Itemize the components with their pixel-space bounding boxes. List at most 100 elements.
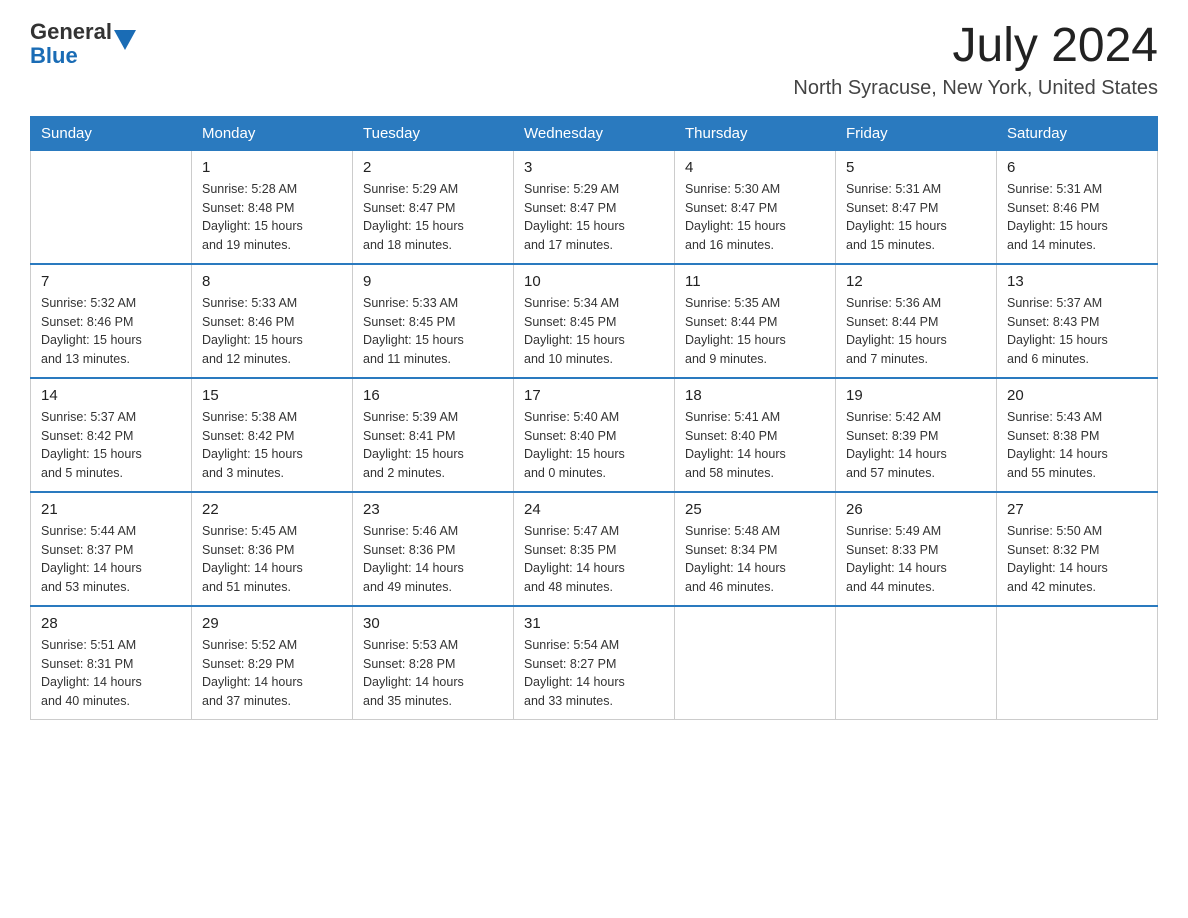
- day-sun-info: Sunrise: 5:49 AM Sunset: 8:33 PM Dayligh…: [846, 522, 986, 597]
- calendar-cell: 11 Sunrise: 5:35 AM Sunset: 8:44 PM Dayli…: [675, 264, 836, 378]
- day-sun-info: Sunrise: 5:41 AM Sunset: 8:40 PM Dayligh…: [685, 408, 825, 483]
- day-of-week-header: Friday: [836, 116, 997, 150]
- day-number: 6: [1007, 159, 1147, 176]
- day-number: 28: [41, 615, 181, 632]
- day-number: 30: [363, 615, 503, 632]
- calendar-header-row: SundayMondayTuesdayWednesdayThursdayFrid…: [31, 116, 1158, 150]
- calendar-cell: 16 Sunrise: 5:39 AM Sunset: 8:41 PM Dayli…: [353, 378, 514, 492]
- day-number: 16: [363, 387, 503, 404]
- day-number: 27: [1007, 501, 1147, 518]
- day-sun-info: Sunrise: 5:51 AM Sunset: 8:31 PM Dayligh…: [41, 636, 181, 711]
- calendar-cell: 4 Sunrise: 5:30 AM Sunset: 8:47 PM Daylig…: [675, 150, 836, 264]
- day-of-week-header: Thursday: [675, 116, 836, 150]
- day-sun-info: Sunrise: 5:30 AM Sunset: 8:47 PM Dayligh…: [685, 180, 825, 255]
- day-sun-info: Sunrise: 5:44 AM Sunset: 8:37 PM Dayligh…: [41, 522, 181, 597]
- calendar-table: SundayMondayTuesdayWednesdayThursdayFrid…: [30, 116, 1158, 720]
- calendar-cell: 17 Sunrise: 5:40 AM Sunset: 8:40 PM Dayli…: [514, 378, 675, 492]
- calendar-cell: 31 Sunrise: 5:54 AM Sunset: 8:27 PM Dayli…: [514, 606, 675, 720]
- calendar-cell: 21 Sunrise: 5:44 AM Sunset: 8:37 PM Dayli…: [31, 492, 192, 606]
- day-number: 8: [202, 273, 342, 290]
- day-of-week-header: Sunday: [31, 116, 192, 150]
- day-sun-info: Sunrise: 5:33 AM Sunset: 8:45 PM Dayligh…: [363, 294, 503, 369]
- day-sun-info: Sunrise: 5:52 AM Sunset: 8:29 PM Dayligh…: [202, 636, 342, 711]
- day-number: 24: [524, 501, 664, 518]
- day-sun-info: Sunrise: 5:39 AM Sunset: 8:41 PM Dayligh…: [363, 408, 503, 483]
- month-year-title: July 2024: [793, 20, 1158, 73]
- calendar-week-row: 28 Sunrise: 5:51 AM Sunset: 8:31 PM Dayli…: [31, 606, 1158, 720]
- day-number: 31: [524, 615, 664, 632]
- day-sun-info: Sunrise: 5:42 AM Sunset: 8:39 PM Dayligh…: [846, 408, 986, 483]
- day-sun-info: Sunrise: 5:35 AM Sunset: 8:44 PM Dayligh…: [685, 294, 825, 369]
- calendar-cell: 1Sunrise: 5:28 AM Sunset: 8:48 PM Daylig…: [192, 150, 353, 264]
- calendar-cell: 10 Sunrise: 5:34 AM Sunset: 8:45 PM Dayli…: [514, 264, 675, 378]
- calendar-cell: [836, 606, 997, 720]
- day-number: 29: [202, 615, 342, 632]
- day-sun-info: Sunrise: 5:46 AM Sunset: 8:36 PM Dayligh…: [363, 522, 503, 597]
- day-of-week-header: Saturday: [997, 116, 1158, 150]
- day-sun-info: Sunrise: 5:54 AM Sunset: 8:27 PM Dayligh…: [524, 636, 664, 711]
- calendar-cell: 22Sunrise: 5:45 AM Sunset: 8:36 PM Dayli…: [192, 492, 353, 606]
- day-sun-info: Sunrise: 5:40 AM Sunset: 8:40 PM Dayligh…: [524, 408, 664, 483]
- day-number: 10: [524, 273, 664, 290]
- day-number: 3: [524, 159, 664, 176]
- calendar-cell: 6Sunrise: 5:31 AM Sunset: 8:46 PM Daylig…: [997, 150, 1158, 264]
- calendar-cell: 12 Sunrise: 5:36 AM Sunset: 8:44 PM Dayli…: [836, 264, 997, 378]
- day-sun-info: Sunrise: 5:48 AM Sunset: 8:34 PM Dayligh…: [685, 522, 825, 597]
- day-sun-info: Sunrise: 5:36 AM Sunset: 8:44 PM Dayligh…: [846, 294, 986, 369]
- logo-blue-text: Blue: [30, 44, 112, 68]
- logo-triangle-icon: [114, 30, 136, 52]
- day-number: 15: [202, 387, 342, 404]
- day-sun-info: Sunrise: 5:34 AM Sunset: 8:45 PM Dayligh…: [524, 294, 664, 369]
- calendar-cell: [675, 606, 836, 720]
- day-sun-info: Sunrise: 5:29 AM Sunset: 8:47 PM Dayligh…: [524, 180, 664, 255]
- day-number: 2: [363, 159, 503, 176]
- day-number: 7: [41, 273, 181, 290]
- calendar-cell: 20Sunrise: 5:43 AM Sunset: 8:38 PM Dayli…: [997, 378, 1158, 492]
- title-block: July 2024 North Syracuse, New York, Unit…: [793, 20, 1158, 100]
- day-number: 26: [846, 501, 986, 518]
- day-sun-info: Sunrise: 5:53 AM Sunset: 8:28 PM Dayligh…: [363, 636, 503, 711]
- calendar-week-row: 21 Sunrise: 5:44 AM Sunset: 8:37 PM Dayli…: [31, 492, 1158, 606]
- calendar-week-row: 1Sunrise: 5:28 AM Sunset: 8:48 PM Daylig…: [31, 150, 1158, 264]
- day-number: 20: [1007, 387, 1147, 404]
- day-number: 11: [685, 273, 825, 290]
- day-sun-info: Sunrise: 5:37 AM Sunset: 8:42 PM Dayligh…: [41, 408, 181, 483]
- calendar-cell: 18Sunrise: 5:41 AM Sunset: 8:40 PM Dayli…: [675, 378, 836, 492]
- calendar-cell: 23 Sunrise: 5:46 AM Sunset: 8:36 PM Dayli…: [353, 492, 514, 606]
- day-sun-info: Sunrise: 5:50 AM Sunset: 8:32 PM Dayligh…: [1007, 522, 1147, 597]
- day-sun-info: Sunrise: 5:33 AM Sunset: 8:46 PM Dayligh…: [202, 294, 342, 369]
- calendar-week-row: 14 Sunrise: 5:37 AM Sunset: 8:42 PM Dayli…: [31, 378, 1158, 492]
- day-number: 25: [685, 501, 825, 518]
- day-number: 4: [685, 159, 825, 176]
- calendar-cell: 25 Sunrise: 5:48 AM Sunset: 8:34 PM Dayli…: [675, 492, 836, 606]
- logo-general-text: General: [30, 20, 112, 44]
- calendar-cell: 30 Sunrise: 5:53 AM Sunset: 8:28 PM Dayli…: [353, 606, 514, 720]
- calendar-cell: 8 Sunrise: 5:33 AM Sunset: 8:46 PM Daylig…: [192, 264, 353, 378]
- calendar-cell: 29 Sunrise: 5:52 AM Sunset: 8:29 PM Dayli…: [192, 606, 353, 720]
- calendar-cell: [997, 606, 1158, 720]
- day-of-week-header: Tuesday: [353, 116, 514, 150]
- calendar-cell: [31, 150, 192, 264]
- calendar-cell: 9 Sunrise: 5:33 AM Sunset: 8:45 PM Daylig…: [353, 264, 514, 378]
- day-number: 12: [846, 273, 986, 290]
- day-sun-info: Sunrise: 5:32 AM Sunset: 8:46 PM Dayligh…: [41, 294, 181, 369]
- day-number: 9: [363, 273, 503, 290]
- calendar-cell: 15 Sunrise: 5:38 AM Sunset: 8:42 PM Dayli…: [192, 378, 353, 492]
- calendar-cell: 28 Sunrise: 5:51 AM Sunset: 8:31 PM Dayli…: [31, 606, 192, 720]
- day-sun-info: Sunrise: 5:47 AM Sunset: 8:35 PM Dayligh…: [524, 522, 664, 597]
- calendar-cell: 2 Sunrise: 5:29 AM Sunset: 8:47 PM Daylig…: [353, 150, 514, 264]
- calendar-cell: 24 Sunrise: 5:47 AM Sunset: 8:35 PM Dayli…: [514, 492, 675, 606]
- day-number: 17: [524, 387, 664, 404]
- calendar-cell: 26 Sunrise: 5:49 AM Sunset: 8:33 PM Dayli…: [836, 492, 997, 606]
- logo: General Blue: [30, 20, 136, 68]
- day-number: 22: [202, 501, 342, 518]
- day-number: 21: [41, 501, 181, 518]
- day-number: 14: [41, 387, 181, 404]
- day-sun-info: Sunrise: 5:38 AM Sunset: 8:42 PM Dayligh…: [202, 408, 342, 483]
- calendar-cell: 14 Sunrise: 5:37 AM Sunset: 8:42 PM Dayli…: [31, 378, 192, 492]
- day-number: 19: [846, 387, 986, 404]
- day-number: 23: [363, 501, 503, 518]
- day-sun-info: Sunrise: 5:29 AM Sunset: 8:47 PM Dayligh…: [363, 180, 503, 255]
- calendar-cell: 5Sunrise: 5:31 AM Sunset: 8:47 PM Daylig…: [836, 150, 997, 264]
- calendar-week-row: 7 Sunrise: 5:32 AM Sunset: 8:46 PM Daylig…: [31, 264, 1158, 378]
